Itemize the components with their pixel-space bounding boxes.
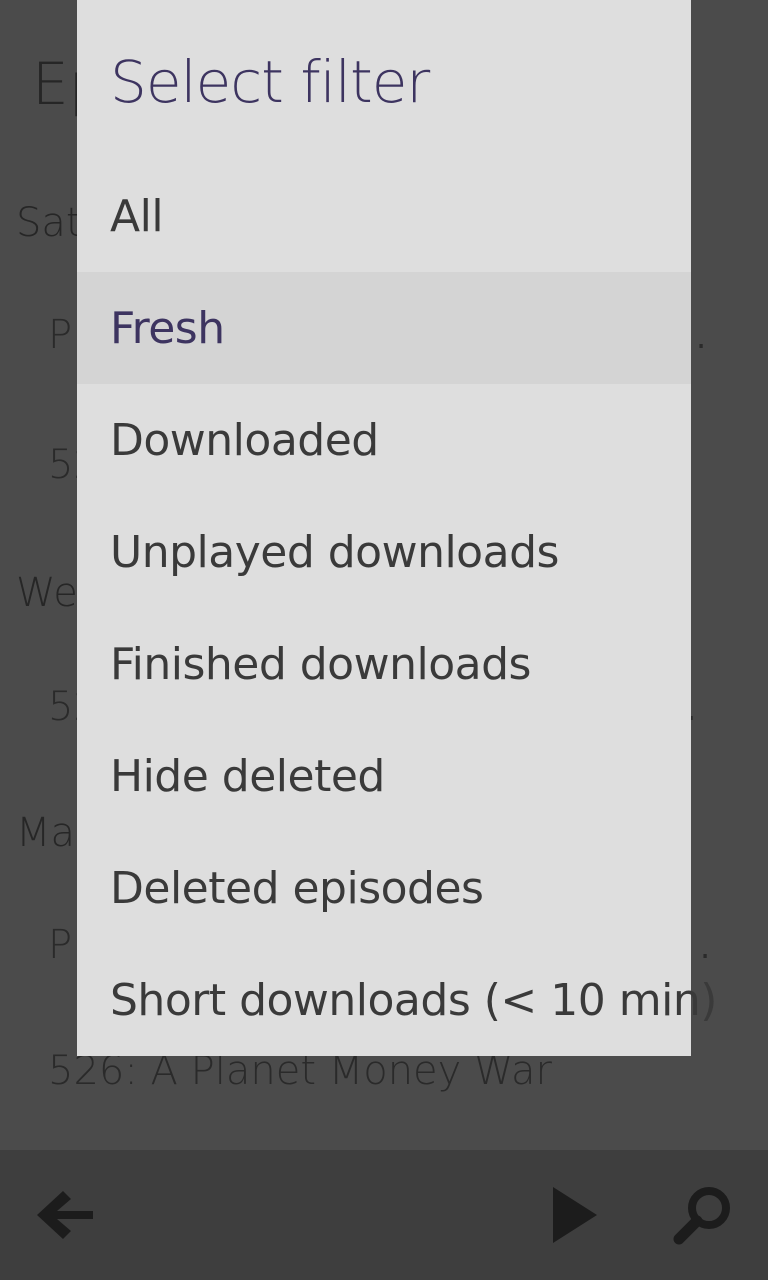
episode-list-item[interactable]: P bbox=[48, 312, 72, 358]
date-section-header: Ma bbox=[16, 810, 76, 856]
filter-option-fresh[interactable]: Fresh bbox=[77, 272, 691, 384]
back-button[interactable] bbox=[20, 1170, 110, 1260]
filter-option-short-downloads[interactable]: Short downloads (< 10 min) bbox=[77, 944, 717, 1056]
date-section-header: We bbox=[16, 570, 78, 616]
back-arrow-icon bbox=[37, 1191, 93, 1239]
play-icon bbox=[553, 1187, 597, 1243]
filter-option-hide-deleted[interactable]: Hide deleted bbox=[77, 720, 691, 832]
date-section-header: Sat bbox=[16, 200, 82, 246]
filter-option-all[interactable]: All bbox=[77, 160, 691, 272]
search-button[interactable] bbox=[658, 1170, 748, 1260]
filter-option-unplayed-downloads[interactable]: Unplayed downloads bbox=[77, 496, 691, 608]
select-filter-dialog: Select filter All Fresh Downloaded Unpla… bbox=[77, 0, 717, 1056]
bottom-toolbar bbox=[0, 1150, 768, 1280]
dialog-title: Select filter bbox=[110, 48, 430, 116]
episode-ellipsis: . bbox=[700, 928, 711, 966]
filter-option-downloaded[interactable]: Downloaded bbox=[77, 384, 691, 496]
search-icon bbox=[673, 1187, 730, 1245]
episode-list-item[interactable]: P bbox=[48, 922, 72, 968]
filter-option-finished-downloads[interactable]: Finished downloads bbox=[77, 608, 691, 720]
episode-ellipsis: . bbox=[696, 318, 707, 356]
play-button[interactable] bbox=[530, 1170, 620, 1260]
filter-option-deleted-episodes[interactable]: Deleted episodes bbox=[77, 832, 691, 944]
